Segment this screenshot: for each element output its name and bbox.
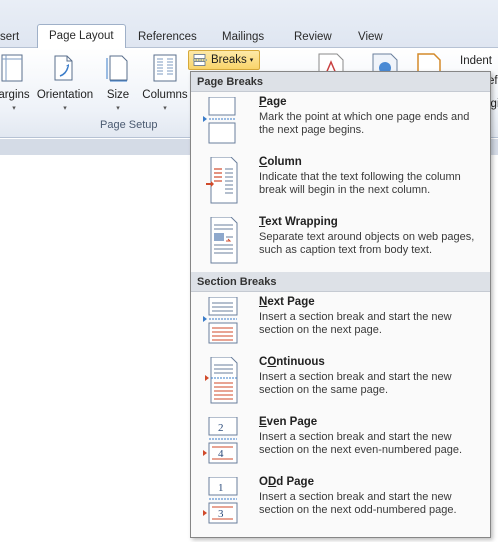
tab-view[interactable]: View (358, 28, 383, 48)
menu-item-description: Insert a section break and start the new… (259, 371, 452, 396)
page-setup-group-label: Page Setup (100, 119, 158, 131)
menu-item-title: COntinuous (259, 356, 325, 368)
menu-item-page[interactable]: Page Mark the point at which one page en… (191, 92, 490, 152)
columns-button[interactable]: Columns ▾ (141, 54, 189, 112)
page-breaks-header: Page Breaks (191, 72, 490, 92)
breaks-button[interactable]: Breaks ▾ (188, 50, 260, 70)
ribbon-tab-row: sert Page Layout References Mailings Rev… (0, 0, 498, 49)
chevron-down-icon: ▾ (249, 57, 254, 64)
columns-icon (153, 54, 177, 82)
menu-item-column[interactable]: Column Indicate that the text following … (191, 152, 490, 212)
size-button[interactable]: Size ▾ (104, 54, 132, 112)
size-icon (106, 55, 128, 82)
menu-item-text-wrapping[interactable]: Text Wrapping Separate text around objec… (191, 212, 490, 272)
menu-item-odd-page[interactable]: 13 ODd Page Insert a section break and s… (191, 472, 490, 532)
svg-text:4: 4 (218, 448, 224, 460)
text-wrapping-icon (210, 217, 238, 264)
menu-item-description: Insert a section break and start the new… (259, 491, 457, 516)
breaks-icon (193, 54, 207, 66)
tab-references[interactable]: References (138, 28, 197, 48)
menu-item-description: Mark the point at which one page ends an… (259, 111, 470, 136)
menu-item-title: ODd Page (259, 476, 314, 488)
menu-item-even-page[interactable]: 24 Even Page Insert a section break and … (191, 412, 490, 472)
margins-button[interactable]: argins ▾ (0, 54, 32, 112)
menu-item-title: Even Page (259, 416, 318, 428)
tab-page-layout[interactable]: Page Layout (37, 24, 126, 49)
margins-icon (1, 54, 23, 82)
odd-page-icon: 13 (203, 477, 238, 524)
menu-item-title: Text Wrapping (259, 216, 338, 228)
menu-item-continuous[interactable]: COntinuous Insert a section break and st… (191, 352, 490, 412)
column-break-icon (206, 157, 238, 204)
menu-item-next-page[interactable]: Next Page Insert a section break and sta… (191, 292, 490, 352)
menu-item-description: Separate text around objects on web page… (259, 231, 475, 256)
menu-item-title: Page (259, 96, 287, 108)
menu-item-description: Insert a section break and start the new… (259, 431, 463, 456)
orientation-button[interactable]: Orientation ▾ (34, 54, 96, 112)
menu-item-description: Insert a section break and start the new… (259, 311, 452, 336)
menu-item-description: Indicate that the text following the col… (259, 171, 461, 196)
menu-item-title: Next Page (259, 296, 315, 308)
continuous-icon (205, 357, 238, 404)
tab-insert[interactable]: sert (0, 28, 19, 48)
svg-text:3: 3 (218, 508, 224, 520)
tab-mailings[interactable]: Mailings (222, 28, 264, 48)
even-page-icon: 24 (203, 417, 238, 464)
section-breaks-header: Section Breaks (191, 272, 490, 292)
menu-item-title: Column (259, 156, 302, 168)
tab-review[interactable]: Review (294, 28, 332, 48)
indent-label: Indent (460, 55, 492, 67)
next-page-icon (203, 297, 238, 344)
svg-text:2: 2 (218, 422, 224, 434)
breaks-menu: Page Breaks Page Mark the point at which… (190, 71, 491, 538)
svg-text:1: 1 (218, 482, 224, 494)
page-break-icon (203, 97, 236, 144)
orientation-icon (54, 55, 73, 81)
